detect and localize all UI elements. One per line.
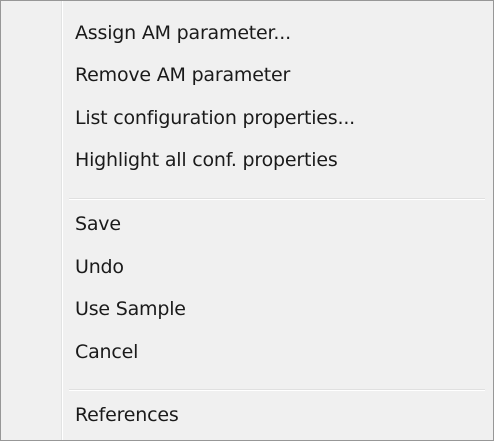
menu-item-label: References: [75, 404, 179, 426]
context-menu: Assign AM parameter... Remove AM paramet…: [0, 0, 494, 441]
menu-item-label: Cancel: [75, 341, 139, 363]
menu-item-remove-am-parameter[interactable]: Remove AM parameter: [9, 57, 485, 97]
menu-separator: [69, 389, 485, 391]
menu-item-undo[interactable]: Undo: [9, 249, 485, 289]
menu-item-highlight-all-conf-properties[interactable]: Highlight all conf. properties: [9, 142, 485, 182]
menu-item-label: Use Sample: [75, 298, 186, 320]
menu-item-label: Save: [75, 213, 121, 235]
menu-item-cancel[interactable]: Cancel: [9, 334, 485, 374]
menu-item-label: List configuration properties...: [75, 107, 356, 129]
menu-item-save[interactable]: Save: [9, 206, 485, 246]
menu-item-use-sample[interactable]: Use Sample: [9, 291, 485, 331]
menu-separator: [69, 198, 485, 200]
menu-item-label: Undo: [75, 256, 124, 278]
menu-item-label: Assign AM parameter...: [75, 22, 291, 44]
menu-item-label: Remove AM parameter: [75, 64, 291, 86]
menu-item-assign-am-parameter[interactable]: Assign AM parameter...: [9, 15, 485, 55]
menu-item-list-configuration-properties[interactable]: List configuration properties...: [9, 100, 485, 140]
menu-item-label: Highlight all conf. properties: [75, 149, 338, 171]
menu-item-references[interactable]: References: [9, 397, 485, 437]
